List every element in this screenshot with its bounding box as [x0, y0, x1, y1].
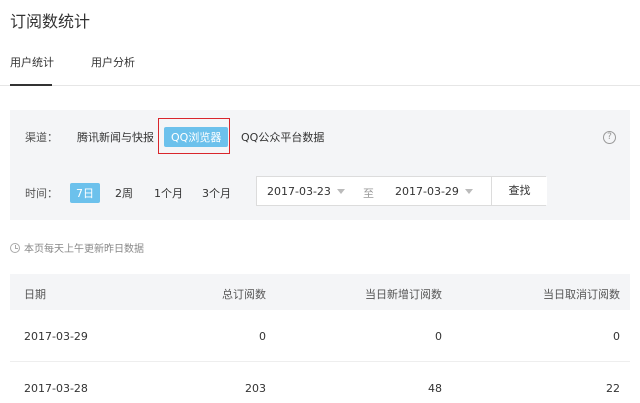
table-row: 2017-03-29 0 0 0 [10, 310, 630, 362]
row-cancelled: 22 [606, 382, 620, 395]
header-total-subscriptions: 总订阅数 [222, 288, 266, 301]
update-notice-text: 本页每天上午更新昨日数据 [24, 244, 144, 255]
clock-icon [10, 243, 20, 253]
end-date-field[interactable]: 2017-03-29 [395, 185, 459, 198]
chevron-down-icon[interactable] [465, 189, 473, 194]
stats-table: 日期 总订阅数 当日新增订阅数 当日取消订阅数 2017-03-29 0 0 0… [10, 274, 630, 403]
row-date: 2017-03-29 [24, 330, 88, 343]
date-separator: 至 [363, 187, 374, 200]
row-date: 2017-03-28 [24, 382, 88, 395]
period-1-month[interactable]: 1个月 [154, 185, 183, 201]
start-date-field[interactable]: 2017-03-23 [267, 185, 331, 198]
search-button[interactable]: 查找 [491, 177, 547, 205]
date-range-picker: 2017-03-23 至 2017-03-29 查找 [256, 176, 547, 206]
time-label: 时间： [25, 187, 58, 200]
row-total: 203 [245, 382, 266, 395]
channel-label: 渠道： [25, 131, 58, 144]
update-notice: 本页每天上午更新昨日数据 [10, 240, 144, 255]
selection-highlight-box [158, 118, 230, 154]
chevron-down-icon[interactable] [337, 189, 345, 194]
table-header: 日期 总订阅数 当日新增订阅数 当日取消订阅数 [10, 274, 630, 310]
period-7-days[interactable]: 7日 [70, 183, 100, 203]
header-cancelled-subscriptions: 当日取消订阅数 [543, 288, 620, 301]
row-total: 0 [259, 330, 266, 343]
row-new: 48 [428, 382, 442, 395]
table-row: 2017-03-28 203 48 22 [10, 362, 630, 403]
tab-user-analysis[interactable]: 用户分析 [91, 54, 135, 70]
page-title: 订阅数统计 [10, 12, 91, 31]
help-icon[interactable]: ? [603, 131, 616, 144]
tab-bar: 用户统计 用户分析 [0, 46, 640, 86]
tab-active-underline [10, 84, 52, 86]
channel-tencent-news[interactable]: 腾讯新闻与快报 [77, 129, 154, 145]
header-new-subscriptions: 当日新增订阅数 [365, 288, 442, 301]
period-2-weeks[interactable]: 2周 [115, 185, 133, 201]
channel-qq-public-platform[interactable]: QQ公众平台数据 [241, 129, 324, 145]
header-date: 日期 [24, 288, 46, 301]
period-3-months[interactable]: 3个月 [202, 185, 231, 201]
tab-user-stats[interactable]: 用户统计 [10, 54, 54, 70]
row-cancelled: 0 [613, 330, 620, 343]
row-new: 0 [435, 330, 442, 343]
